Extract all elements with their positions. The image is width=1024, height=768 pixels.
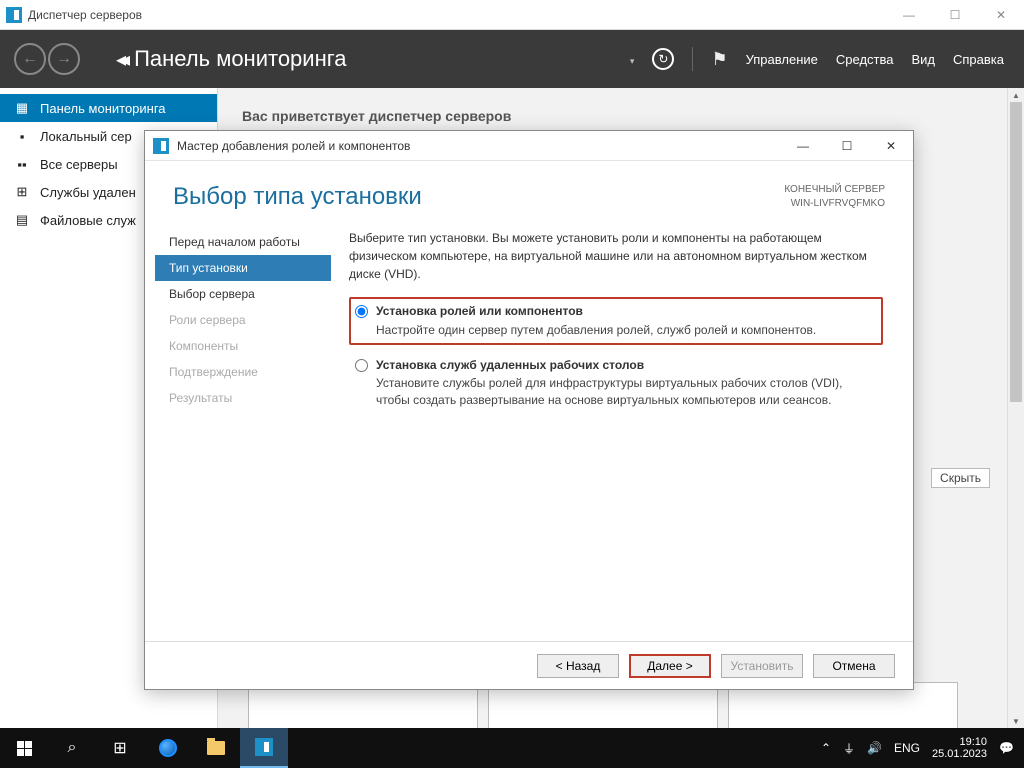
sidebar-item-label: Локальный сер [40, 129, 132, 144]
windows-logo-icon [17, 741, 32, 756]
tray-clock[interactable]: 19:10 25.01.2023 [932, 736, 987, 760]
option-title: Установка ролей или компонентов [376, 304, 583, 318]
vertical-scrollbar[interactable]: ▲ ▼ [1007, 88, 1024, 728]
system-tray: ⌃ ⏚ 🔊 ENG 19:10 25.01.2023 💬 [821, 736, 1024, 760]
window-close-button[interactable]: ✕ [978, 0, 1024, 30]
wizard-maximize-button[interactable]: ☐ [825, 131, 869, 161]
destination-server-label: КОНЕЧНЫЙ СЕРВЕР [784, 183, 885, 197]
menu-view[interactable]: Вид [911, 52, 935, 67]
install-button[interactable]: Установить [721, 654, 803, 678]
sidebar-item-label: Службы удален [40, 185, 136, 200]
server-manager-header: ← → ◂◂ Панель мониторинга Управление Сре… [0, 30, 1024, 88]
welcome-heading: Вас приветствует диспетчер серверов [242, 108, 1000, 124]
option-desc: Настройте один сервер путем добавления р… [376, 322, 816, 339]
sidebar-item-label: Все серверы [40, 157, 118, 172]
wizard-step-results: Результаты [155, 385, 331, 411]
tray-time: 19:10 [932, 736, 987, 748]
tray-network-icon[interactable]: ⏚ [843, 740, 855, 757]
wizard-step-before-you-begin[interactable]: Перед началом работы [155, 229, 331, 255]
option-desc: Установите службы ролей для инфраструкту… [376, 375, 877, 409]
add-roles-wizard: Мастер добавления ролей и компонентов — … [144, 130, 914, 690]
window-maximize-button[interactable]: ☐ [932, 0, 978, 30]
cancel-button[interactable]: Отмена [813, 654, 895, 678]
sidebar-item-label: Панель мониторинга [40, 101, 166, 116]
hide-button[interactable]: Скрыть [931, 468, 990, 488]
wizard-title: Мастер добавления ролей и компонентов [177, 139, 410, 153]
wizard-minimize-button[interactable]: — [781, 131, 825, 161]
window-minimize-button[interactable]: — [886, 0, 932, 30]
menu-tools[interactable]: Средства [836, 52, 894, 67]
scroll-down-icon[interactable]: ▼ [1008, 714, 1024, 728]
app-titlebar: Диспетчер серверов — ☐ ✕ [0, 0, 1024, 30]
wizard-intro-text: Выберите тип установки. Вы можете устано… [349, 229, 883, 283]
option-title: Установка служб удаленных рабочих столов [376, 358, 644, 372]
wizard-close-button[interactable]: ✕ [869, 131, 913, 161]
server-manager-icon [255, 738, 273, 756]
task-view-button[interactable]: ⊞ [96, 728, 144, 768]
folder-icon [207, 741, 225, 755]
notifications-icon[interactable] [711, 49, 727, 70]
destination-server-info: КОНЕЧНЫЙ СЕРВЕР WIN-LIVFRVQFMKO [784, 183, 885, 211]
ie-icon [159, 739, 177, 757]
wizard-step-confirmation: Подтверждение [155, 359, 331, 385]
taskbar-search-button[interactable]: ⌕ [48, 728, 96, 768]
app-title: Диспетчер серверов [28, 8, 142, 22]
tray-chevron-icon[interactable]: ⌃ [821, 741, 831, 755]
option-rds-install[interactable]: Установка служб удаленных рабочих столов… [349, 351, 883, 415]
taskbar-server-manager-button[interactable] [240, 728, 288, 768]
scroll-thumb[interactable] [1010, 102, 1022, 402]
start-button[interactable] [0, 728, 48, 768]
dashboard-icon: ▦ [14, 100, 30, 116]
wizard-heading: Выбор типа установки [173, 183, 422, 211]
wizard-step-list: Перед началом работы Тип установки Выбор… [155, 221, 331, 641]
wizard-step-server-roles: Роли сервера [155, 307, 331, 333]
separator [692, 47, 693, 71]
server-icon: ▪ [14, 129, 30, 144]
nav-forward-button[interactable]: → [48, 43, 80, 75]
tray-volume-icon[interactable]: 🔊 [867, 741, 882, 755]
taskbar-explorer-button[interactable] [192, 728, 240, 768]
wizard-titlebar: Мастер добавления ролей и компонентов — … [145, 131, 913, 161]
tray-date: 25.01.2023 [932, 748, 987, 760]
wizard-step-server-selection[interactable]: Выбор сервера [155, 281, 331, 307]
servers-icon: ▪▪ [14, 157, 30, 172]
remote-icon: ⊞ [14, 184, 30, 200]
action-center-icon[interactable]: 💬 [999, 741, 1014, 755]
wizard-icon [153, 138, 169, 154]
nav-back-button[interactable]: ← [14, 43, 46, 75]
back-button[interactable]: < Назад [537, 654, 619, 678]
scroll-up-icon[interactable]: ▲ [1008, 88, 1024, 102]
wizard-step-installation-type[interactable]: Тип установки [155, 255, 331, 281]
page-title: Панель мониторинга [134, 46, 346, 72]
breadcrumb-collapse-icon: ◂◂ [116, 47, 124, 72]
menu-help[interactable]: Справка [953, 52, 1004, 67]
sidebar-item-dashboard[interactable]: ▦ Панель мониторинга [0, 94, 217, 122]
tray-language[interactable]: ENG [894, 741, 920, 755]
next-button[interactable]: Далее > [629, 654, 711, 678]
option-role-based-install[interactable]: Установка ролей или компонентов Настройт… [349, 297, 883, 345]
refresh-icon[interactable] [652, 48, 674, 70]
wizard-step-features: Компоненты [155, 333, 331, 359]
option-rds-radio[interactable] [355, 359, 368, 372]
menu-manage[interactable]: Управление [746, 52, 818, 67]
taskbar: ⌕ ⊞ ⌃ ⏚ 🔊 ENG 19:10 25.01.2023 💬 [0, 728, 1024, 768]
wizard-content: Выберите тип установки. Вы можете устано… [331, 221, 913, 641]
sidebar-item-label: Файловые служ [40, 213, 136, 228]
header-dropdown[interactable] [630, 52, 635, 67]
file-icon: ▤ [14, 212, 30, 228]
destination-server-name: WIN-LIVFRVQFMKO [784, 197, 885, 211]
app-icon [6, 7, 22, 23]
wizard-footer: < Назад Далее > Установить Отмена [145, 641, 913, 689]
taskbar-ie-button[interactable] [144, 728, 192, 768]
option-role-based-radio[interactable] [355, 305, 368, 318]
